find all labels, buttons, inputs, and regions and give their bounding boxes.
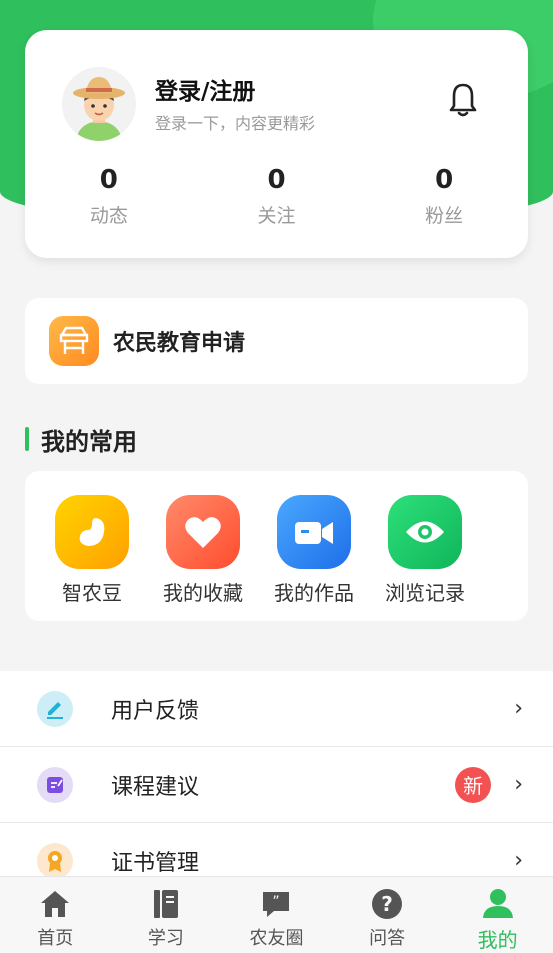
tab-label: 农友圈 bbox=[249, 928, 304, 949]
stat-label: 关注 bbox=[257, 205, 296, 227]
bell-icon[interactable] bbox=[448, 82, 478, 118]
stat-value: 0 bbox=[99, 165, 118, 195]
tab-label: 我的 bbox=[477, 928, 518, 952]
common-functions-card: 智农豆 我的收藏 我的作品 浏览记录 bbox=[25, 471, 528, 621]
avatar[interactable] bbox=[62, 67, 136, 141]
new-badge: 新 bbox=[455, 766, 491, 803]
section-title: 我的常用 bbox=[25, 424, 137, 456]
heart-icon bbox=[166, 495, 240, 569]
stat-value: 0 bbox=[267, 165, 286, 195]
tab-study[interactable]: 学习 bbox=[111, 877, 222, 953]
tab-label: 首页 bbox=[37, 928, 74, 949]
menu-item-course-suggestion[interactable]: 课程建议 新 › bbox=[0, 747, 553, 823]
chat-icon: ” bbox=[259, 887, 293, 921]
book-icon bbox=[149, 887, 183, 921]
stat-following[interactable]: 0 关注 bbox=[193, 165, 361, 228]
chevron-right-icon: › bbox=[514, 848, 523, 873]
tab-community[interactable]: ” 农友圈 bbox=[221, 877, 332, 953]
tile-label: 浏览记录 bbox=[385, 581, 465, 605]
menu-item-label: 课程建议 bbox=[111, 774, 200, 800]
tile-label: 我的作品 bbox=[274, 581, 354, 605]
login-subtitle: 登录一下，内容更精彩 bbox=[155, 114, 316, 133]
tile-label: 我的收藏 bbox=[163, 581, 243, 605]
farmer-education-card[interactable]: 农民教育申请 bbox=[25, 298, 528, 384]
stat-dynamics[interactable]: 0 动态 bbox=[25, 165, 193, 228]
video-icon bbox=[277, 495, 351, 569]
stat-label: 粉丝 bbox=[425, 205, 464, 227]
note-icon bbox=[37, 766, 73, 803]
chevron-right-icon: › bbox=[514, 772, 523, 797]
bean-icon bbox=[55, 495, 129, 569]
tab-qa[interactable]: ? 问答 bbox=[332, 877, 443, 953]
login-title[interactable]: 登录/注册 bbox=[155, 72, 255, 106]
menu-item-feedback[interactable]: 用户反馈 › bbox=[0, 671, 553, 747]
eye-icon bbox=[388, 495, 462, 569]
question-icon: ? bbox=[370, 887, 404, 921]
tab-label: 问答 bbox=[369, 928, 406, 949]
stall-icon bbox=[49, 316, 99, 366]
edit-icon bbox=[37, 690, 73, 727]
user-icon bbox=[481, 887, 515, 921]
tab-label: 学习 bbox=[147, 928, 184, 949]
svg-text:?: ? bbox=[381, 892, 393, 916]
profile-card[interactable]: 登录/注册 登录一下，内容更精彩 0 动态 0 关注 0 粉丝 bbox=[25, 30, 528, 258]
menu-item-label: 证书管理 bbox=[111, 850, 200, 876]
farmer-education-label: 农民教育申请 bbox=[113, 331, 246, 356]
tile-history[interactable]: 浏览记录 bbox=[370, 495, 480, 606]
stat-value: 0 bbox=[435, 165, 454, 195]
section-title-text: 我的常用 bbox=[41, 427, 137, 456]
chevron-right-icon: › bbox=[514, 696, 523, 721]
tab-home[interactable]: 首页 bbox=[0, 877, 111, 953]
settings-menu: 用户反馈 › 课程建议 新 › 证书管理 › bbox=[0, 671, 553, 899]
tab-mine[interactable]: 我的 bbox=[442, 877, 553, 953]
tile-works[interactable]: 我的作品 bbox=[259, 495, 369, 606]
stat-fans[interactable]: 0 粉丝 bbox=[360, 165, 528, 228]
tile-favorites[interactable]: 我的收藏 bbox=[148, 495, 258, 606]
tile-zhinongdou[interactable]: 智农豆 bbox=[37, 495, 147, 606]
bottom-tab-bar: 首页 学习 ” 农友圈 ? 问答 我的 bbox=[0, 876, 553, 953]
profile-stats: 0 动态 0 关注 0 粉丝 bbox=[25, 165, 528, 228]
svg-text:”: ” bbox=[273, 894, 280, 910]
medal-icon bbox=[37, 842, 73, 879]
tile-label: 智农豆 bbox=[62, 581, 122, 605]
stat-label: 动态 bbox=[89, 205, 128, 227]
menu-item-label: 用户反馈 bbox=[111, 698, 200, 724]
home-icon bbox=[38, 887, 72, 921]
